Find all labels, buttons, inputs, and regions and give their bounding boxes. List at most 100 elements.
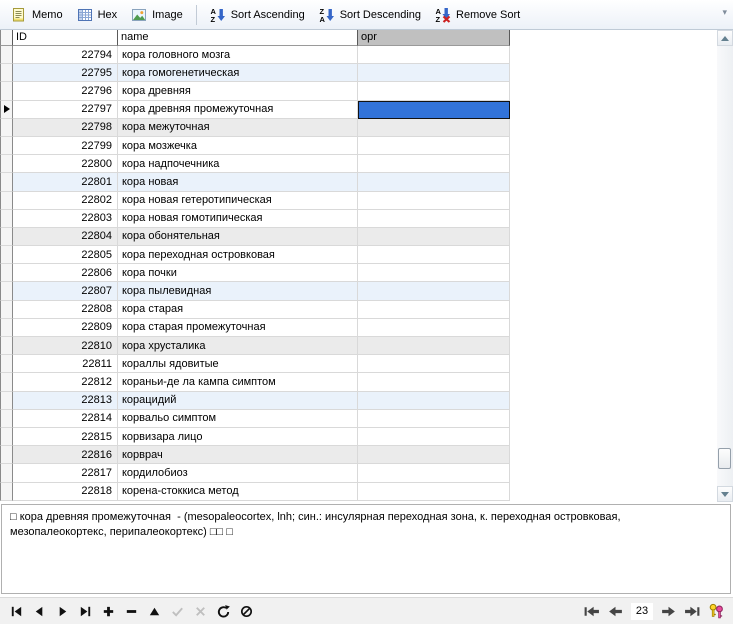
- cell-opr[interactable]: [358, 373, 510, 391]
- page-prev-button[interactable]: [607, 603, 624, 620]
- table-row[interactable]: 22810 кора хрусталика: [0, 337, 510, 355]
- nav-first-button[interactable]: [8, 603, 24, 619]
- cell-name[interactable]: кора хрусталика: [118, 337, 358, 355]
- table-row[interactable]: 22807 кора пылевидная: [0, 282, 510, 300]
- cell-name[interactable]: кора гомогенетическая: [118, 64, 358, 82]
- cell-name[interactable]: кора старая: [118, 301, 358, 319]
- table-row[interactable]: 22806 кора почки: [0, 264, 510, 282]
- cell-name[interactable]: кора межуточная: [118, 119, 358, 137]
- cell-name[interactable]: кораллы ядовитые: [118, 355, 358, 373]
- cell-id[interactable]: 22818: [13, 483, 118, 501]
- page-first-button[interactable]: [583, 603, 600, 620]
- cell-id[interactable]: 22805: [13, 246, 118, 264]
- scroll-thumb[interactable]: [718, 448, 731, 469]
- cell-id[interactable]: 22816: [13, 446, 118, 464]
- table-row[interactable]: 22794 кора головного мозга: [0, 46, 510, 64]
- cell-name[interactable]: кора почки: [118, 264, 358, 282]
- cell-name[interactable]: корацидий: [118, 392, 358, 410]
- table-row[interactable]: 22816 корврач: [0, 446, 510, 464]
- vertical-scrollbar[interactable]: [717, 30, 733, 502]
- cell-opr[interactable]: [358, 355, 510, 373]
- cell-opr[interactable]: [358, 282, 510, 300]
- cell-name[interactable]: кора новая гомотипическая: [118, 210, 358, 228]
- cell-name[interactable]: корвальо симптом: [118, 410, 358, 428]
- cell-opr[interactable]: [358, 192, 510, 210]
- cell-opr[interactable]: [358, 428, 510, 446]
- table-row[interactable]: 22800 кора надпочечника: [0, 155, 510, 173]
- table-row[interactable]: 22801 кора новая: [0, 173, 510, 191]
- cell-opr[interactable]: [358, 46, 510, 64]
- scroll-down-button[interactable]: [717, 486, 733, 502]
- nav-delete-button[interactable]: [123, 603, 139, 619]
- cell-opr[interactable]: [358, 82, 510, 100]
- cell-opr[interactable]: [358, 264, 510, 282]
- nav-insert-button[interactable]: [100, 603, 116, 619]
- table-row[interactable]: 22802 кора новая гетеротипическая: [0, 192, 510, 210]
- table-row[interactable]: 22799 кора мозжечка: [0, 137, 510, 155]
- sort-descending-button[interactable]: Z A Sort Descending: [312, 4, 428, 26]
- page-last-button[interactable]: [684, 603, 701, 620]
- cell-id[interactable]: 22797: [13, 101, 118, 119]
- nav-last-button[interactable]: [77, 603, 93, 619]
- cell-id[interactable]: 22794: [13, 46, 118, 64]
- keys-button[interactable]: [708, 603, 725, 620]
- cell-opr[interactable]: [358, 119, 510, 137]
- remove-sort-button[interactable]: A Z Remove Sort: [428, 4, 527, 26]
- table-row[interactable]: 22814 корвальо симптом: [0, 410, 510, 428]
- nav-edit-button[interactable]: [146, 603, 162, 619]
- nav-post-button[interactable]: [169, 603, 185, 619]
- cell-id[interactable]: 22802: [13, 192, 118, 210]
- cell-name[interactable]: кордилобиоз: [118, 464, 358, 482]
- cell-opr[interactable]: [358, 410, 510, 428]
- table-row[interactable]: 22797 кора древняя промежуточная: [0, 101, 510, 119]
- cell-name[interactable]: кора переходная островковая: [118, 246, 358, 264]
- nav-next-button[interactable]: [54, 603, 70, 619]
- cell-opr[interactable]: [358, 337, 510, 355]
- table-row[interactable]: 22798 кора межуточная: [0, 119, 510, 137]
- cell-id[interactable]: 22800: [13, 155, 118, 173]
- column-header-id[interactable]: ID: [13, 30, 118, 46]
- cell-opr[interactable]: [358, 228, 510, 246]
- table-row[interactable]: 22812 кораньи-де ла кампа симптом: [0, 373, 510, 391]
- cell-id[interactable]: 22804: [13, 228, 118, 246]
- cell-id[interactable]: 22815: [13, 428, 118, 446]
- table-row[interactable]: 22811 кораллы ядовитые: [0, 355, 510, 373]
- cell-opr[interactable]: [358, 246, 510, 264]
- table-row[interactable]: 22808 кора старая: [0, 301, 510, 319]
- nav-cancel-updates-button[interactable]: [238, 603, 254, 619]
- memo-panel[interactable]: □ кора древняя промежуточная - (mesopale…: [1, 504, 731, 594]
- cell-id[interactable]: 22817: [13, 464, 118, 482]
- cell-name[interactable]: корена-стоккиса метод: [118, 483, 358, 501]
- cell-opr[interactable]: [358, 301, 510, 319]
- cell-id[interactable]: 22809: [13, 319, 118, 337]
- cell-id[interactable]: 22795: [13, 64, 118, 82]
- cell-opr[interactable]: [358, 101, 510, 119]
- cell-name[interactable]: кора новая гетеротипическая: [118, 192, 358, 210]
- column-header-opr[interactable]: opr: [358, 30, 510, 46]
- cell-name[interactable]: кора обонятельная: [118, 228, 358, 246]
- table-row[interactable]: 22813 корацидий: [0, 392, 510, 410]
- cell-name[interactable]: кора пылевидная: [118, 282, 358, 300]
- table-row[interactable]: 22796 кора древняя: [0, 82, 510, 100]
- cell-name[interactable]: кораньи-де ла кампа симптом: [118, 373, 358, 391]
- cell-id[interactable]: 22813: [13, 392, 118, 410]
- cell-id[interactable]: 22811: [13, 355, 118, 373]
- cell-name[interactable]: кора новая: [118, 173, 358, 191]
- cell-id[interactable]: 22814: [13, 410, 118, 428]
- cell-id[interactable]: 22803: [13, 210, 118, 228]
- cell-id[interactable]: 22801: [13, 173, 118, 191]
- table-row[interactable]: 22818 корена-стоккиса метод: [0, 483, 510, 501]
- cell-name[interactable]: кора надпочечника: [118, 155, 358, 173]
- page-next-button[interactable]: [660, 603, 677, 620]
- cell-name[interactable]: кора старая промежуточная: [118, 319, 358, 337]
- cell-opr[interactable]: [358, 210, 510, 228]
- cell-id[interactable]: 22806: [13, 264, 118, 282]
- table-row[interactable]: 22803 кора новая гомотипическая: [0, 210, 510, 228]
- cell-name[interactable]: кора древняя: [118, 82, 358, 100]
- cell-id[interactable]: 22808: [13, 301, 118, 319]
- page-number-input[interactable]: 23: [631, 603, 653, 620]
- hex-button[interactable]: Hex: [70, 4, 125, 26]
- cell-opr[interactable]: [358, 319, 510, 337]
- cell-opr[interactable]: [358, 137, 510, 155]
- cell-id[interactable]: 22798: [13, 119, 118, 137]
